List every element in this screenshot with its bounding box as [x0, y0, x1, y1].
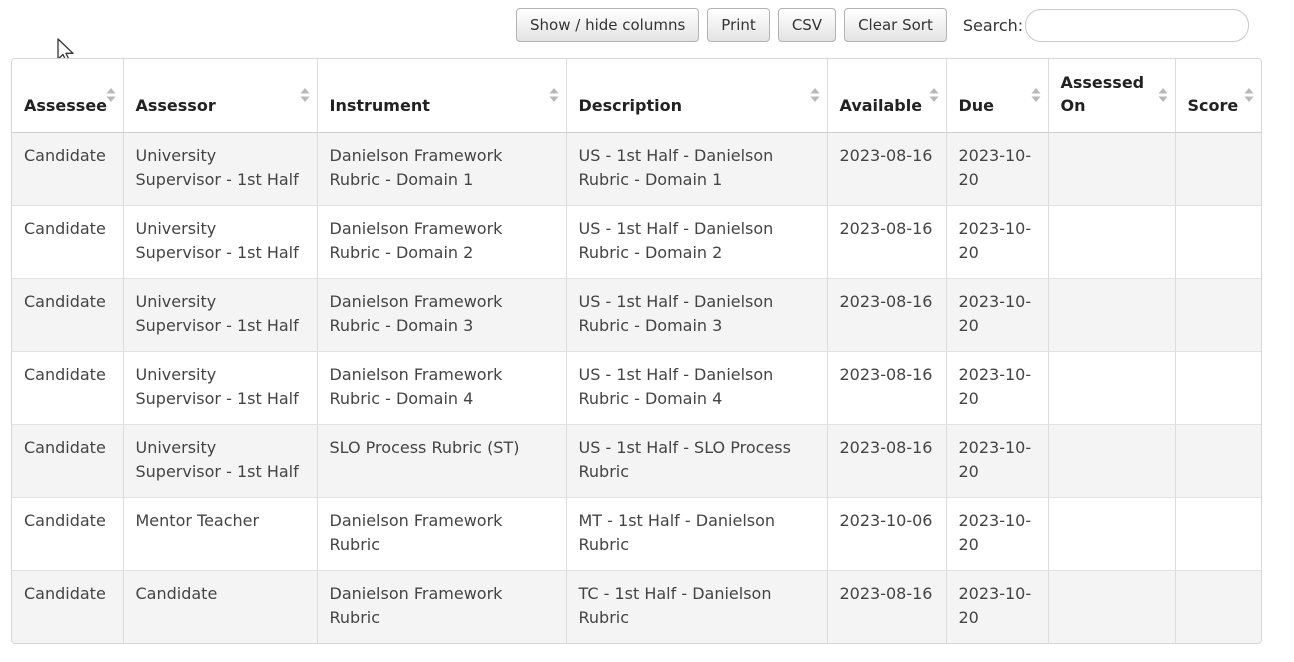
due-cell: 2023-10-20 [946, 205, 1049, 279]
column-header-available[interactable]: Available [827, 59, 947, 133]
page: Show / hide columns Print CSV Clear Sort… [0, 0, 1294, 662]
table-row: Candidate Mentor Teacher Danielson Frame… [12, 497, 1261, 571]
sort-both-icon [1158, 88, 1167, 102]
assessed-on-cell [1048, 497, 1176, 571]
column-header-description[interactable]: Description [566, 59, 828, 133]
sort-both-icon [810, 88, 819, 102]
show-hide-columns-button[interactable]: Show / hide columns [516, 8, 700, 42]
search-label: Search: [962, 15, 1024, 35]
table-row: Candidate University Supervisor - 1st Ha… [12, 205, 1261, 279]
column-header-assessee[interactable]: Assessee [12, 59, 124, 133]
assessed-on-cell [1048, 205, 1176, 279]
table-row: Candidate Candidate Danielson Framework … [12, 570, 1261, 643]
description-cell: US - 1st Half - Danielson Rubric - Domai… [566, 278, 828, 352]
due-cell: 2023-10-20 [946, 278, 1049, 352]
column-header-label: Available [839, 95, 923, 115]
clear-sort-button[interactable]: Clear Sort [844, 8, 947, 42]
assessed-on-cell [1048, 424, 1176, 498]
print-button[interactable]: Print [707, 8, 770, 42]
instrument-cell: Danielson Framework Rubric [317, 570, 567, 643]
assessed-on-cell [1048, 570, 1176, 643]
score-cell [1175, 278, 1261, 352]
column-header-assessor[interactable]: Assessor [123, 59, 318, 133]
assessor-cell: University Supervisor - 1st Half [123, 351, 318, 425]
table-row: Candidate University Supervisor - 1st Ha… [12, 278, 1261, 352]
assessor-cell: University Supervisor - 1st Half [123, 278, 318, 352]
assessee-cell: Candidate [12, 205, 124, 279]
description-cell: MT - 1st Half - Danielson Rubric [566, 497, 828, 571]
assessed-on-cell [1048, 278, 1176, 352]
available-cell: 2023-08-16 [827, 278, 947, 352]
column-header-assessed-on[interactable]: Assessed On [1048, 59, 1176, 133]
score-cell [1175, 570, 1261, 643]
available-cell: 2023-08-16 [827, 351, 947, 425]
column-header-label: Assessee [24, 95, 108, 115]
search-input[interactable] [1025, 8, 1250, 42]
column-header-score[interactable]: Score [1175, 59, 1261, 133]
due-cell: 2023-10-20 [946, 570, 1049, 643]
score-cell [1175, 424, 1261, 498]
sort-both-icon [929, 88, 938, 102]
score-cell [1175, 351, 1261, 425]
column-header-label: Instrument [329, 95, 430, 115]
table-header-row: Assessee Assessor Instrument Description… [12, 59, 1261, 133]
csv-button[interactable]: CSV [777, 8, 837, 42]
column-header-due[interactable]: Due [946, 59, 1049, 133]
score-cell [1175, 132, 1261, 206]
available-cell: 2023-08-16 [827, 132, 947, 206]
assessed-on-cell [1048, 132, 1176, 206]
due-cell: 2023-10-20 [946, 351, 1049, 425]
available-cell: 2023-08-16 [827, 424, 947, 498]
assessed-on-cell [1048, 351, 1176, 425]
column-header-label: Score [1187, 95, 1239, 115]
column-header-label: Assessed On [1060, 72, 1145, 115]
description-cell: US - 1st Half - Danielson Rubric - Domai… [566, 351, 828, 425]
assessor-cell: Mentor Teacher [123, 497, 318, 571]
assessee-cell: Candidate [12, 278, 124, 352]
assessee-cell: Candidate [12, 497, 124, 571]
assessor-cell: University Supervisor - 1st Half [123, 205, 318, 279]
description-cell: US - 1st Half - SLO Process Rubric [566, 424, 828, 498]
description-cell: US - 1st Half - Danielson Rubric - Domai… [566, 132, 828, 206]
assessor-cell: University Supervisor - 1st Half [123, 424, 318, 498]
table-row: Candidate University Supervisor - 1st Ha… [12, 351, 1261, 425]
description-cell: US - 1st Half - Danielson Rubric - Domai… [566, 205, 828, 279]
assessee-cell: Candidate [12, 132, 124, 206]
available-cell: 2023-08-16 [827, 570, 947, 643]
due-cell: 2023-10-20 [946, 497, 1049, 571]
instrument-cell: Danielson Framework Rubric - Domain 2 [317, 205, 567, 279]
score-cell [1175, 497, 1261, 571]
instrument-cell: Danielson Framework Rubric - Domain 4 [317, 351, 567, 425]
column-header-label: Assessor [135, 95, 216, 115]
assessee-cell: Candidate [12, 424, 124, 498]
instrument-cell: Danielson Framework Rubric [317, 497, 567, 571]
assessee-cell: Candidate [12, 570, 124, 643]
sort-both-icon [1244, 88, 1254, 102]
due-cell: 2023-10-20 [946, 132, 1049, 206]
assessor-cell: Candidate [123, 570, 318, 643]
table-row: Candidate University Supervisor - 1st Ha… [12, 424, 1261, 498]
sort-both-icon [106, 88, 115, 102]
due-cell: 2023-10-20 [946, 424, 1049, 498]
score-cell [1175, 205, 1261, 279]
instrument-cell: SLO Process Rubric (ST) [317, 424, 567, 498]
column-header-instrument[interactable]: Instrument [317, 59, 567, 133]
description-cell: TC - 1st Half - Danielson Rubric [566, 570, 828, 643]
available-cell: 2023-10-06 [827, 497, 947, 571]
sort-both-icon [549, 88, 558, 102]
assessee-cell: Candidate [12, 351, 124, 425]
table-row: Candidate University Supervisor - 1st Ha… [12, 132, 1261, 206]
assessments-table: Assessee Assessor Instrument Description… [12, 59, 1261, 643]
column-header-label: Due [958, 95, 995, 115]
instrument-cell: Danielson Framework Rubric - Domain 3 [317, 278, 567, 352]
sort-both-icon [1031, 88, 1040, 102]
sort-both-icon [300, 88, 309, 102]
assessor-cell: University Supervisor - 1st Half [123, 132, 318, 206]
assessments-table-container: Assessee Assessor Instrument Description… [11, 58, 1262, 644]
available-cell: 2023-08-16 [827, 205, 947, 279]
table-toolbar: Show / hide columns Print CSV Clear Sort… [516, 8, 1250, 42]
column-header-label: Description [578, 95, 682, 115]
instrument-cell: Danielson Framework Rubric - Domain 1 [317, 132, 567, 206]
